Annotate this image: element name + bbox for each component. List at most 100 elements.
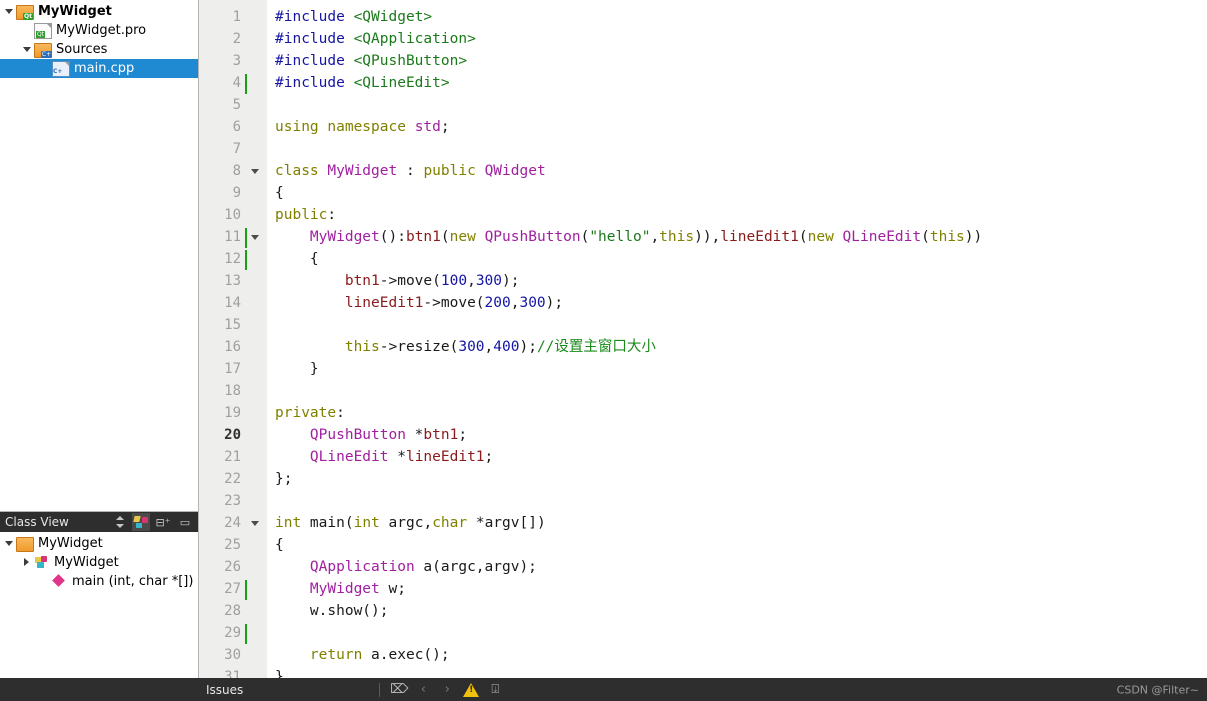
code-line[interactable]: { bbox=[267, 182, 1207, 204]
code-token: class bbox=[275, 163, 319, 179]
fold-placeholder bbox=[247, 28, 267, 50]
issues-label[interactable]: Issues bbox=[198, 683, 243, 697]
code-line[interactable]: private: bbox=[267, 402, 1207, 424]
code-line[interactable]: { bbox=[267, 534, 1207, 556]
fold-placeholder bbox=[247, 292, 267, 314]
code-line[interactable] bbox=[267, 314, 1207, 336]
code-line[interactable]: public: bbox=[267, 204, 1207, 226]
qt-project-folder-icon bbox=[16, 4, 34, 20]
code-line[interactable]: }; bbox=[267, 468, 1207, 490]
code-line[interactable]: { bbox=[267, 248, 1207, 270]
code-line[interactable]: w.show(); bbox=[267, 600, 1207, 622]
code-line[interactable]: btn1->move(100,300); bbox=[267, 270, 1207, 292]
fold-toggle-icon[interactable] bbox=[247, 226, 267, 248]
code-token: ); bbox=[545, 295, 564, 311]
sort-updown-icon[interactable] bbox=[110, 513, 128, 531]
code-token: (): bbox=[379, 229, 406, 245]
fold-toggle-icon[interactable] bbox=[247, 512, 267, 534]
editor-line-number-gutter: 1 2 3 4 5 6 7 8 9 10 11 12 13 14 15 16 17 18 19 20 21 22 23 24 2… bbox=[199, 0, 247, 678]
code-token: private bbox=[275, 405, 337, 421]
code-line[interactable] bbox=[267, 138, 1207, 160]
class-view-header: Class View ⊟⁺ ▭ bbox=[0, 512, 198, 532]
code-line[interactable]: this->resize(300,400);//设置主窗口大小 bbox=[267, 336, 1207, 358]
class-view-title: Class View bbox=[5, 515, 69, 529]
code-token: QApplication bbox=[309, 559, 415, 575]
fold-placeholder bbox=[247, 72, 267, 94]
code-line[interactable]: lineEdit1->move(200,300); bbox=[267, 292, 1207, 314]
code-token: ; bbox=[440, 119, 450, 135]
code-line[interactable]: using namespace std; bbox=[267, 116, 1207, 138]
expander-placeholder bbox=[38, 59, 52, 78]
code-line[interactable]: } bbox=[267, 358, 1207, 380]
tree-item-mywidget-pro[interactable]: MyWidget.pro bbox=[0, 21, 198, 40]
line-number: 20 bbox=[224, 427, 241, 443]
previous-issue-icon[interactable]: ‹ bbox=[412, 680, 434, 700]
code-line[interactable]: #include <QPushButton> bbox=[267, 50, 1207, 72]
code-token: * bbox=[405, 427, 424, 443]
code-line[interactable]: #include <QLineEdit> bbox=[267, 72, 1207, 94]
code-line[interactable] bbox=[267, 490, 1207, 512]
code-line[interactable]: QPushButton *btn1; bbox=[267, 424, 1207, 446]
code-line[interactable] bbox=[267, 380, 1207, 402]
code-line[interactable]: MyWidget w; bbox=[267, 578, 1207, 600]
line-number: 27 bbox=[199, 578, 247, 600]
code-token: )) bbox=[964, 229, 983, 245]
code-token: QLineEdit bbox=[842, 229, 922, 245]
project-tree[interactable]: MyWidget MyWidget.pro Sources main.cpp bbox=[0, 0, 198, 511]
code-editor[interactable]: 1 2 3 4 5 6 7 8 9 10 11 12 13 14 15 16 17 18 19 20 21 22 23 24 2… bbox=[199, 0, 1207, 678]
code-line[interactable]: #include <QApplication> bbox=[267, 28, 1207, 50]
tree-item-sources[interactable]: Sources bbox=[0, 40, 198, 59]
code-line[interactable]: QLineEdit *lineEdit1; bbox=[267, 446, 1207, 468]
tree-item-main-cpp[interactable]: main.cpp bbox=[0, 59, 198, 78]
code-token: 400 bbox=[493, 339, 520, 355]
fold-placeholder bbox=[247, 358, 267, 380]
code-line[interactable]: MyWidget():btn1(new QPushButton("hello",… bbox=[267, 226, 1207, 248]
code-token: } bbox=[275, 669, 284, 678]
chevron-down-icon[interactable] bbox=[2, 534, 16, 553]
sync-with-editor-icon[interactable] bbox=[132, 513, 150, 531]
class-view-tree[interactable]: MyWidget MyWidget main (int, char *[]) bbox=[0, 532, 198, 678]
code-token: "hello" bbox=[589, 229, 651, 245]
next-issue-icon[interactable]: › bbox=[436, 680, 458, 700]
code-token: : bbox=[327, 207, 337, 223]
code-token: //设置主窗口大小 bbox=[536, 339, 656, 355]
warning-filter-icon[interactable] bbox=[460, 680, 482, 700]
code-line[interactable]: return a.exec(); bbox=[267, 644, 1207, 666]
code-token: btn1 bbox=[344, 273, 380, 289]
editor-code-area[interactable]: #include <QWidget> #include <QApplication… bbox=[267, 0, 1207, 678]
code-token: <QWidget> bbox=[353, 9, 433, 25]
tree-item-main-int-char[interactable]: main (int, char *[]) bbox=[0, 572, 198, 591]
code-line[interactable]: #include <QWidget> bbox=[267, 6, 1207, 28]
add-split-icon[interactable]: ⊟⁺ bbox=[154, 513, 172, 531]
code-token: : bbox=[336, 405, 345, 421]
line-number: 24 bbox=[224, 515, 241, 531]
code-line[interactable]: QApplication a(argc,argv); bbox=[267, 556, 1207, 578]
fold-toggle-icon[interactable] bbox=[247, 160, 267, 182]
code-token: int bbox=[275, 515, 302, 531]
editor-fold-column[interactable] bbox=[247, 0, 267, 678]
code-line[interactable]: } bbox=[267, 666, 1207, 678]
code-line[interactable] bbox=[267, 622, 1207, 644]
tree-item-mywidget[interactable]: MyWidget bbox=[0, 534, 198, 553]
line-number: 18 bbox=[224, 383, 241, 399]
code-token: QPushButton bbox=[309, 427, 406, 443]
code-line[interactable]: class MyWidget : public QWidget bbox=[267, 160, 1207, 182]
filter-icon[interactable]: ⍗ bbox=[484, 680, 506, 700]
tree-item-mywidget[interactable]: MyWidget bbox=[0, 2, 198, 21]
chevron-right-icon[interactable] bbox=[20, 553, 34, 572]
code-line[interactable]: int main(int argc,char *argv[]) bbox=[267, 512, 1207, 534]
panel-menu-icon[interactable]: ▭ bbox=[176, 513, 194, 531]
tree-item-mywidget[interactable]: MyWidget bbox=[0, 553, 198, 572]
clear-issues-icon[interactable]: ⌦ bbox=[388, 680, 410, 700]
code-token: namespace bbox=[327, 119, 406, 135]
code-line[interactable] bbox=[267, 94, 1207, 116]
chevron-down-icon[interactable] bbox=[20, 40, 34, 59]
chevron-down-icon[interactable] bbox=[2, 2, 16, 21]
